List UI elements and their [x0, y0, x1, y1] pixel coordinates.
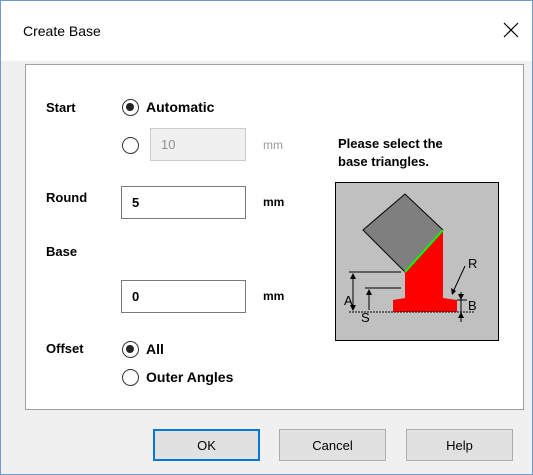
settings-panel: Start Automatic 10 mm Round 5 mm Base 0 …: [25, 64, 524, 410]
offset-label: Offset: [46, 341, 84, 356]
dialog-title: Create Base: [23, 23, 101, 39]
start-manual-radio[interactable]: [122, 137, 139, 154]
base-unit: mm: [263, 289, 285, 303]
ok-button[interactable]: OK: [153, 429, 260, 461]
round-unit: mm: [263, 195, 285, 209]
base-value-field[interactable]: 0: [121, 280, 246, 313]
start-automatic-radio[interactable]: [122, 99, 139, 116]
diagram-label-a: A: [344, 293, 353, 308]
offset-all-label[interactable]: All: [146, 341, 164, 357]
diagram-label-b: B: [468, 298, 477, 313]
help-button[interactable]: Help: [406, 429, 513, 461]
round-label: Round: [46, 190, 88, 205]
create-base-dialog: Create Base Start Automatic 10 mm Round …: [0, 0, 533, 475]
base-diagram: R A S B: [335, 182, 499, 341]
diagram-label-r: R: [468, 256, 477, 271]
base-label: Base: [46, 244, 78, 259]
close-icon: [503, 22, 519, 38]
diagram-label-s: S: [361, 310, 370, 325]
offset-all-radio[interactable]: [122, 341, 139, 358]
close-button[interactable]: [496, 15, 526, 45]
instruction-text: Please select the base triangles.: [338, 135, 498, 171]
start-unit: mm: [263, 138, 283, 152]
start-value-field[interactable]: 10: [150, 128, 246, 161]
offset-outer-angles-label[interactable]: Outer Angles: [146, 369, 233, 385]
instruction-line-2: base triangles.: [338, 154, 430, 169]
cancel-button[interactable]: Cancel: [279, 429, 386, 461]
round-value-field[interactable]: 5: [121, 186, 246, 219]
start-label: Start: [46, 100, 76, 115]
title-bar: Create Base: [1, 1, 532, 61]
offset-outer-angles-radio[interactable]: [122, 369, 139, 386]
start-automatic-label[interactable]: Automatic: [146, 99, 214, 115]
instruction-line-1: Please select the: [338, 136, 443, 151]
